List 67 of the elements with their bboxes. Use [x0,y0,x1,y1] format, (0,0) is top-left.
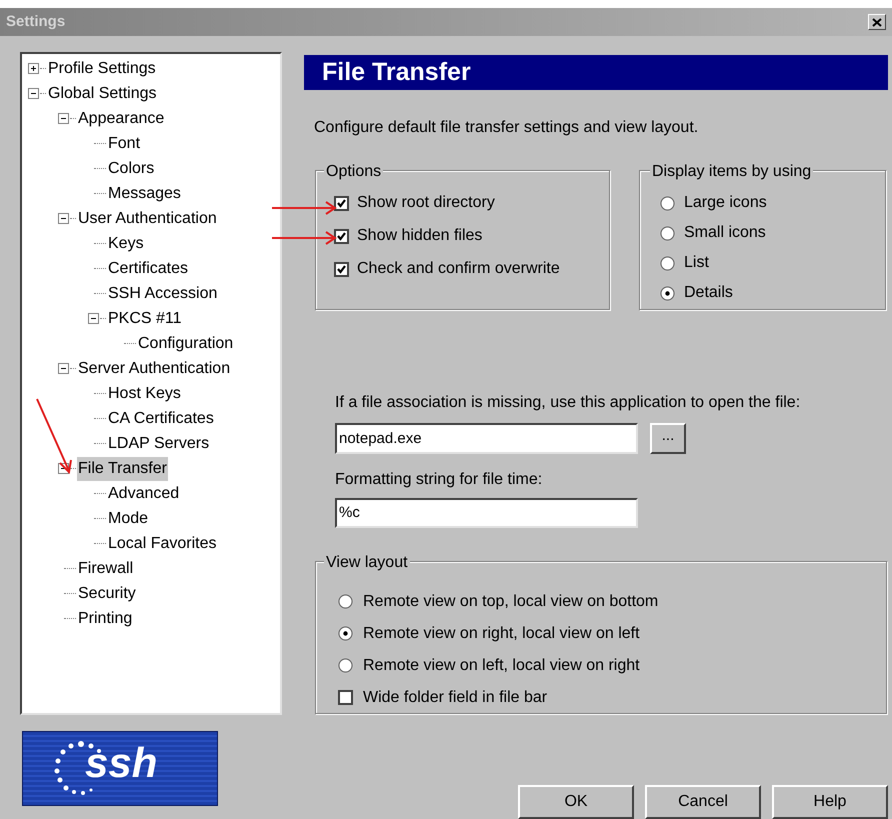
option-label: Remote view on top, local view on bottom [363,592,658,612]
tree-item[interactable]: Local Favorites [107,532,218,556]
tree-item[interactable]: Host Keys [107,382,182,406]
radio-button[interactable] [660,286,675,300]
option-label: Details [684,283,733,303]
collapse-icon[interactable] [28,88,39,99]
tree-item[interactable]: Global Settings [47,82,158,106]
option-label: Large icons [684,193,767,213]
logo-text: ssh [85,742,158,784]
dialog-button[interactable]: Help [772,785,888,819]
radio-button[interactable] [338,626,353,642]
option-label: Remote view on right, local view on left [363,624,640,644]
option-label: Check and confirm overwrite [357,259,560,279]
tree-item[interactable]: Advanced [107,482,180,506]
expand-icon[interactable] [28,63,39,74]
tree-item[interactable]: Appearance [77,106,166,130]
window-title: Settings [6,12,66,32]
time-format-field[interactable]: %c [335,498,638,528]
tree-item[interactable]: SSH Accession [107,282,218,306]
tree-item[interactable]: File Transfer [77,456,168,480]
tree-item[interactable]: Certificates [107,256,190,280]
browse-button[interactable]: ... [650,423,686,454]
page-heading: File Transfer [322,56,471,88]
tree-item[interactable]: Server Authentication [77,356,232,380]
field-label: If a file association is missing, use this application to open the file: [335,393,802,413]
option-label: Show root directory [357,193,495,213]
tree-item[interactable]: Font [107,132,142,156]
checkbox[interactable] [338,690,353,706]
tree-item[interactable]: Messages [107,182,182,206]
tree-item[interactable]: Security [77,582,137,606]
option-label: Remote view on left, local view on right [363,656,640,676]
collapse-icon[interactable] [58,213,69,224]
tree-item[interactable]: LDAP Servers [107,432,210,456]
close-icon [872,18,882,26]
tree-item[interactable]: Keys [107,232,145,256]
dialog-button[interactable]: OK [518,785,634,819]
field-label: Formatting string for file time: [335,470,544,490]
tree-item[interactable]: Colors [107,156,156,180]
annotation-arrow [272,201,338,215]
tree-item[interactable]: PKCS #11 [107,306,183,330]
radio-button[interactable] [660,226,675,240]
radio-button[interactable] [338,658,353,674]
tree-item[interactable]: CA Certificates [107,406,215,430]
tree-item[interactable]: Profile Settings [47,56,157,80]
checkbox[interactable] [334,262,349,276]
radio-button[interactable] [338,594,353,610]
description-text: Configure default file transfer settings and view layout. [314,118,700,138]
option-label: Wide folder field in file bar [363,688,548,708]
annotation-arrow [272,231,338,245]
tree-item[interactable]: Mode [107,506,150,530]
radio-button[interactable] [660,196,675,210]
collapse-icon[interactable] [58,363,69,374]
checkbox[interactable] [334,196,349,210]
collapse-icon[interactable] [88,313,99,324]
tree-item[interactable]: User Authentication [77,206,218,230]
tree-item[interactable]: Printing [77,606,134,630]
option-label: Small icons [684,223,766,243]
option-label: Show hidden files [357,226,482,246]
tree-item[interactable]: Configuration [137,332,234,356]
checkbox[interactable] [334,228,349,244]
radio-button[interactable] [660,256,675,270]
option-label: List [684,253,709,273]
application-field[interactable]: notepad.exe [335,423,638,454]
tree-item[interactable]: Firewall [77,556,134,580]
dialog-button[interactable]: Cancel [645,785,761,819]
collapse-icon[interactable] [58,113,69,124]
close-button[interactable] [868,14,886,30]
